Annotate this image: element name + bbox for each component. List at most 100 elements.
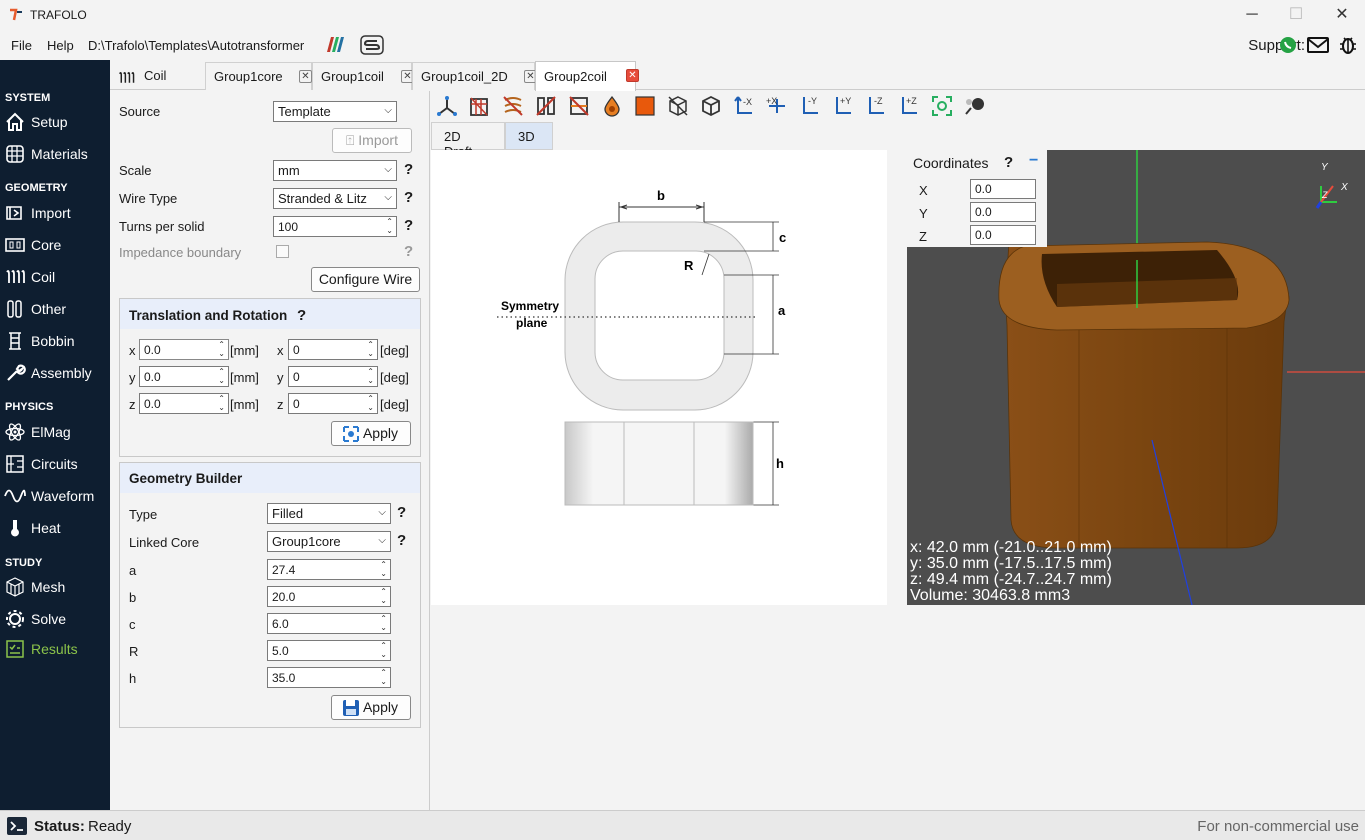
bug-icon[interactable] bbox=[1338, 35, 1358, 55]
coord-x-input[interactable]: 0.0 bbox=[970, 179, 1036, 199]
spin-arrows-icon[interactable]: ⌃ ⌄ bbox=[367, 340, 374, 358]
hide-edges-icon[interactable] bbox=[567, 94, 591, 118]
spin-arrows-icon[interactable]: ⌃ ⌄ bbox=[380, 560, 387, 578]
menu-file[interactable]: File bbox=[11, 38, 32, 53]
rotation-x-input[interactable]: 0 ⌃ ⌄ bbox=[288, 339, 378, 360]
view-plus-y-icon[interactable]: +Y bbox=[831, 94, 855, 118]
cube-icon[interactable] bbox=[699, 94, 723, 118]
help-icon[interactable]: ? bbox=[1004, 154, 1013, 171]
param-r-input[interactable]: 5.0 ⌃ ⌄ bbox=[267, 640, 391, 661]
help-icon[interactable]: ? bbox=[397, 532, 406, 549]
spin-arrows-icon[interactable]: ⌃ ⌄ bbox=[380, 614, 387, 632]
tab-3d[interactable]: 3D bbox=[505, 122, 553, 150]
spin-arrows-icon[interactable]: ⌃ ⌄ bbox=[380, 641, 387, 659]
help-icon[interactable]: ? bbox=[404, 243, 413, 260]
spin-arrows-icon[interactable]: ⌃ ⌄ bbox=[367, 394, 374, 412]
apply-geometry-button[interactable]: Apply bbox=[331, 695, 411, 720]
coord-z-input[interactable]: 0.0 bbox=[970, 225, 1036, 245]
impedance-checkbox[interactable] bbox=[276, 245, 289, 258]
sidebar-item-bobbin[interactable]: Bobbin bbox=[4, 328, 108, 354]
coord-y-input[interactable]: 0.0 bbox=[970, 202, 1036, 222]
terminal-icon[interactable] bbox=[6, 816, 28, 836]
translation-z-input[interactable]: 0.0 ⌃ ⌄ bbox=[139, 393, 229, 414]
param-c-input[interactable]: 6.0 ⌃ ⌄ bbox=[267, 613, 391, 634]
help-icon[interactable]: ? bbox=[404, 217, 413, 234]
minimize-icon[interactable]: ─ bbox=[1242, 5, 1262, 25]
translation-x-input[interactable]: 0.0 ⌃ ⌄ bbox=[139, 339, 229, 360]
param-h-input[interactable]: 35.0 ⌃ ⌄ bbox=[267, 667, 391, 688]
sidebar-item-circuits[interactable]: Circuits bbox=[4, 451, 108, 477]
sidebar-item-solve[interactable]: Solve bbox=[4, 606, 108, 632]
configure-wire-button[interactable]: Configure Wire bbox=[311, 267, 420, 292]
rotation-z-input[interactable]: 0 ⌃ ⌄ bbox=[288, 393, 378, 414]
tab-group1core[interactable]: Group1core ✕ bbox=[205, 62, 312, 90]
view-minus-y-icon[interactable]: -Y bbox=[798, 94, 822, 118]
type-dropdown[interactable]: Filled ⌵ bbox=[267, 503, 391, 524]
view-plus-z-icon[interactable]: +Z bbox=[897, 94, 921, 118]
param-b-input[interactable]: 20.0 ⌃ ⌄ bbox=[267, 586, 391, 607]
tab-group1coil[interactable]: Group1coil ✕ bbox=[312, 62, 414, 90]
sidebar-item-setup[interactable]: Setup bbox=[4, 109, 108, 135]
sidebar-item-elmag[interactable]: ElMag bbox=[4, 419, 108, 445]
screenshot-icon[interactable] bbox=[963, 94, 987, 118]
rotation-y-input[interactable]: 0 ⌃ ⌄ bbox=[288, 366, 378, 387]
spin-arrows-icon[interactable]: ⌃ ⌄ bbox=[380, 587, 387, 605]
sidebar-item-other[interactable]: Other bbox=[4, 296, 108, 322]
mesh-view-icon[interactable] bbox=[468, 94, 492, 118]
maximize-icon[interactable]: ☐ bbox=[1286, 5, 1306, 25]
sidebar-item-import[interactable]: Import bbox=[4, 200, 108, 226]
hide-coil-icon[interactable] bbox=[501, 94, 525, 118]
translation-y-input[interactable]: 0.0 ⌃ ⌄ bbox=[139, 366, 229, 387]
close-window-icon[interactable]: ✕ bbox=[1332, 5, 1352, 25]
menu-help[interactable]: Help bbox=[47, 38, 74, 53]
wiretype-dropdown[interactable]: Stranded & Litz ⌵ bbox=[273, 188, 397, 209]
tab-coil[interactable]: Coil bbox=[110, 62, 205, 90]
view-minus-z-icon[interactable]: -Z bbox=[864, 94, 888, 118]
help-icon[interactable]: ? bbox=[404, 161, 413, 178]
help-icon[interactable]: ? bbox=[297, 307, 306, 324]
spin-arrows-icon[interactable]: ⌃ ⌄ bbox=[218, 367, 225, 385]
apply-transform-button[interactable]: Apply bbox=[331, 421, 411, 446]
turns-label: Turns per solid bbox=[119, 219, 205, 234]
spin-arrows-icon[interactable]: ⌃ ⌄ bbox=[218, 394, 225, 412]
fill-drop-icon[interactable] bbox=[600, 94, 624, 118]
sidebar-item-assembly[interactable]: Assembly bbox=[4, 360, 108, 386]
view-minus-x-icon[interactable]: -X bbox=[732, 94, 756, 118]
solid-fill-icon[interactable] bbox=[633, 94, 657, 118]
wireframe-off-icon[interactable] bbox=[666, 94, 690, 118]
close-tab-icon[interactable]: ✕ bbox=[626, 69, 639, 82]
collapse-icon[interactable]: − bbox=[1029, 152, 1038, 170]
sidebar-item-mesh[interactable]: Mesh bbox=[4, 574, 108, 600]
import-button[interactable]: ⍐ Import bbox=[332, 128, 412, 153]
axes-view-icon[interactable] bbox=[435, 94, 459, 118]
hide-core-icon[interactable] bbox=[534, 94, 558, 118]
spin-arrows-icon[interactable]: ⌃ ⌄ bbox=[218, 340, 225, 358]
close-tab-icon[interactable]: ✕ bbox=[299, 70, 312, 83]
view-plus-x-icon[interactable]: +X bbox=[765, 94, 789, 118]
spin-arrows-icon[interactable]: ⌃ ⌄ bbox=[386, 217, 393, 235]
sidebar-item-results[interactable]: Results bbox=[4, 636, 108, 662]
properties-panel: Source Template ⌵ ⍐ Import Scale mm ⌵ ? Wi… bbox=[110, 91, 430, 810]
tab-group1coil-2d[interactable]: Group1coil_2D ✕ bbox=[412, 62, 537, 90]
sidebar-item-materials[interactable]: Materials bbox=[4, 141, 108, 167]
whatsapp-icon[interactable] bbox=[1278, 35, 1298, 55]
param-a-input[interactable]: 27.4 ⌃ ⌄ bbox=[267, 559, 391, 580]
status-bar: Status: Ready For non-commercial use bbox=[0, 810, 1365, 840]
spin-arrows-icon[interactable]: ⌃ ⌄ bbox=[380, 668, 387, 686]
sidebar-item-core[interactable]: Core bbox=[4, 232, 108, 258]
sidebar-item-coil[interactable]: Coil bbox=[4, 264, 108, 290]
sidebar-item-heat[interactable]: Heat bbox=[4, 515, 108, 541]
fit-view-icon[interactable] bbox=[930, 94, 954, 118]
help-icon[interactable]: ? bbox=[404, 189, 413, 206]
mail-icon[interactable] bbox=[1307, 35, 1329, 55]
tab-2d-draft[interactable]: 2D Draft bbox=[431, 122, 505, 159]
sidebar-item-waveform[interactable]: Waveform bbox=[4, 483, 108, 509]
tab-group2coil[interactable]: Group2coil ✕ bbox=[535, 61, 639, 91]
scale-dropdown[interactable]: mm ⌵ bbox=[273, 160, 397, 181]
source-dropdown[interactable]: Template ⌵ bbox=[273, 101, 397, 122]
3d-viewport[interactable]: Y X Z Coordinates ? − X 0.0 Y 0.0 Z 0.0 … bbox=[907, 150, 1365, 605]
help-icon[interactable]: ? bbox=[397, 504, 406, 521]
spin-arrows-icon[interactable]: ⌃ ⌄ bbox=[367, 367, 374, 385]
linked-core-dropdown[interactable]: Group1core ⌵ bbox=[267, 531, 391, 552]
turns-spinbox[interactable]: 100 ⌃ ⌄ bbox=[273, 216, 397, 237]
